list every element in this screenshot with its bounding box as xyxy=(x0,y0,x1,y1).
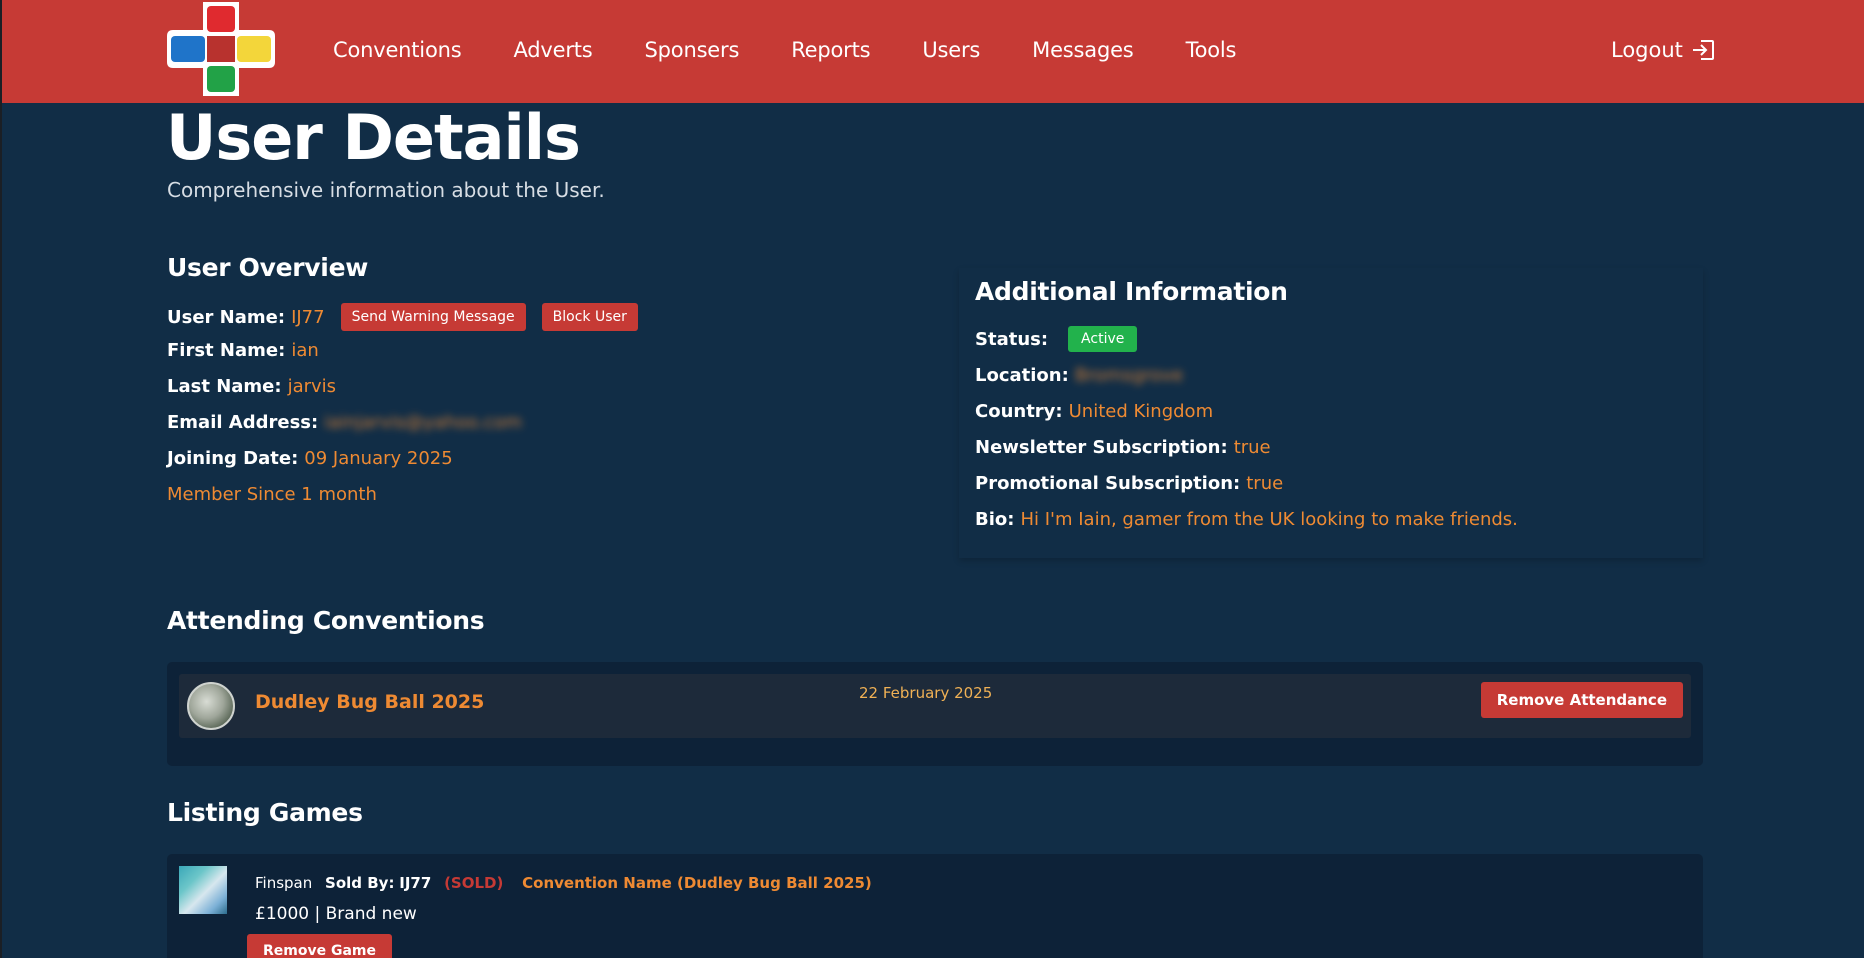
promotional-row: Promotional Subscription: true xyxy=(975,473,1283,494)
newsletter-label: Newsletter Subscription: xyxy=(975,437,1228,458)
location-label: Location: xyxy=(975,365,1069,386)
logout-label: Logout xyxy=(1611,38,1683,62)
logout-button[interactable]: Logout xyxy=(1611,0,1715,100)
username-label: User Name: xyxy=(167,306,286,328)
game-condition: Brand new xyxy=(325,904,417,924)
send-warning-button[interactable]: Send Warning Message xyxy=(340,303,526,331)
attending-conventions-heading: Attending Conventions xyxy=(167,606,485,635)
last-name-row: Last Name: jarvis xyxy=(167,376,336,397)
seller-name: IJ77 xyxy=(399,874,432,892)
country-row: Country: United Kingdom xyxy=(975,401,1213,422)
game-price: £1000 xyxy=(255,904,310,924)
games-list: Finspan Sold By: IJ77 (SOLD) Convention … xyxy=(167,854,1703,958)
game-price-line: £1000 | Brand new xyxy=(255,904,417,924)
bio-label: Bio: xyxy=(975,509,1015,530)
nav-sponsers[interactable]: Sponsers xyxy=(645,38,740,62)
convention-avatar xyxy=(187,682,235,730)
game-convention: Convention Name (Dudley Bug Ball 2025) xyxy=(522,874,872,892)
nav-messages[interactable]: Messages xyxy=(1032,38,1134,62)
country-value: United Kingdom xyxy=(1068,401,1214,422)
joining-date-label: Joining Date: xyxy=(167,448,299,469)
joining-date-value: 09 January 2025 xyxy=(304,448,453,469)
remove-game-button[interactable]: Remove Game xyxy=(247,934,392,958)
nav-tools[interactable]: Tools xyxy=(1186,38,1237,62)
email-row: Email Address: iainjarvis@yahoo.com xyxy=(167,412,522,433)
nav-adverts[interactable]: Adverts xyxy=(513,38,592,62)
newsletter-row: Newsletter Subscription: true xyxy=(975,437,1271,458)
remove-attendance-button[interactable]: Remove Attendance xyxy=(1480,682,1683,718)
convention-name[interactable]: Dudley Bug Ball 2025 xyxy=(255,691,484,713)
main-nav: Conventions Adverts Sponsers Reports Use… xyxy=(333,0,1288,100)
sold-tag: (SOLD) xyxy=(444,874,504,892)
logout-icon xyxy=(1692,40,1714,60)
top-navbar: Conventions Adverts Sponsers Reports Use… xyxy=(2,0,1864,103)
page-subtitle: Comprehensive information about the User… xyxy=(167,178,605,202)
status-badge: Active xyxy=(1068,326,1138,352)
bio-row: Bio: Hi I'm Iain, gamer from the UK look… xyxy=(975,509,1518,530)
sold-by-label: Sold By: xyxy=(325,874,395,892)
username-value: IJ77 xyxy=(291,306,325,328)
page-title: User Details xyxy=(166,101,581,174)
user-overview-heading: User Overview xyxy=(167,253,369,282)
price-separator: | xyxy=(314,904,326,924)
location-row: Location: Bromsgrove xyxy=(975,365,1183,386)
status-label: Status: xyxy=(975,328,1049,350)
nav-reports[interactable]: Reports xyxy=(791,38,870,62)
member-since-row: Member Since 1 month xyxy=(167,484,377,505)
promotional-label: Promotional Subscription: xyxy=(975,473,1241,494)
location-value: Bromsgrove xyxy=(1074,365,1184,386)
game-title-line: Finspan Sold By: IJ77 (SOLD) Convention … xyxy=(255,874,872,892)
promotional-value: true xyxy=(1246,473,1284,494)
joining-date-row: Joining Date: 09 January 2025 xyxy=(167,448,453,469)
first-name-label: First Name: xyxy=(167,340,286,361)
email-label: Email Address: xyxy=(167,412,319,433)
listing-games-heading: Listing Games xyxy=(167,798,363,827)
game-name: Finspan xyxy=(255,874,313,892)
newsletter-value: true xyxy=(1233,437,1271,458)
page: Conventions Adverts Sponsers Reports Use… xyxy=(0,0,1864,958)
status-row: Status: Active xyxy=(975,326,1138,352)
app-logo[interactable] xyxy=(165,0,277,98)
list-item: Dudley Bug Ball 2025 22 February 2025 Re… xyxy=(179,674,1691,738)
conventions-list: Dudley Bug Ball 2025 22 February 2025 Re… xyxy=(167,662,1703,766)
last-name-value: jarvis xyxy=(287,376,337,397)
block-user-button[interactable]: Block User xyxy=(541,303,638,331)
nav-conventions[interactable]: Conventions xyxy=(333,38,462,62)
game-thumbnail xyxy=(179,866,227,914)
first-name-value: ian xyxy=(291,340,319,361)
additional-info-heading: Additional Information xyxy=(975,277,1288,306)
email-value: iainjarvis@yahoo.com xyxy=(324,412,523,433)
member-since-value: Member Since 1 month xyxy=(167,484,377,505)
convention-date: 22 February 2025 xyxy=(859,684,993,702)
first-name-row: First Name: ian xyxy=(167,340,319,361)
nav-users[interactable]: Users xyxy=(922,38,980,62)
last-name-label: Last Name: xyxy=(167,376,282,397)
bio-value: Hi I'm Iain, gamer from the UK looking t… xyxy=(1020,509,1518,530)
country-label: Country: xyxy=(975,401,1063,422)
username-row: User Name: IJ77 Send Warning Message Blo… xyxy=(167,303,638,331)
